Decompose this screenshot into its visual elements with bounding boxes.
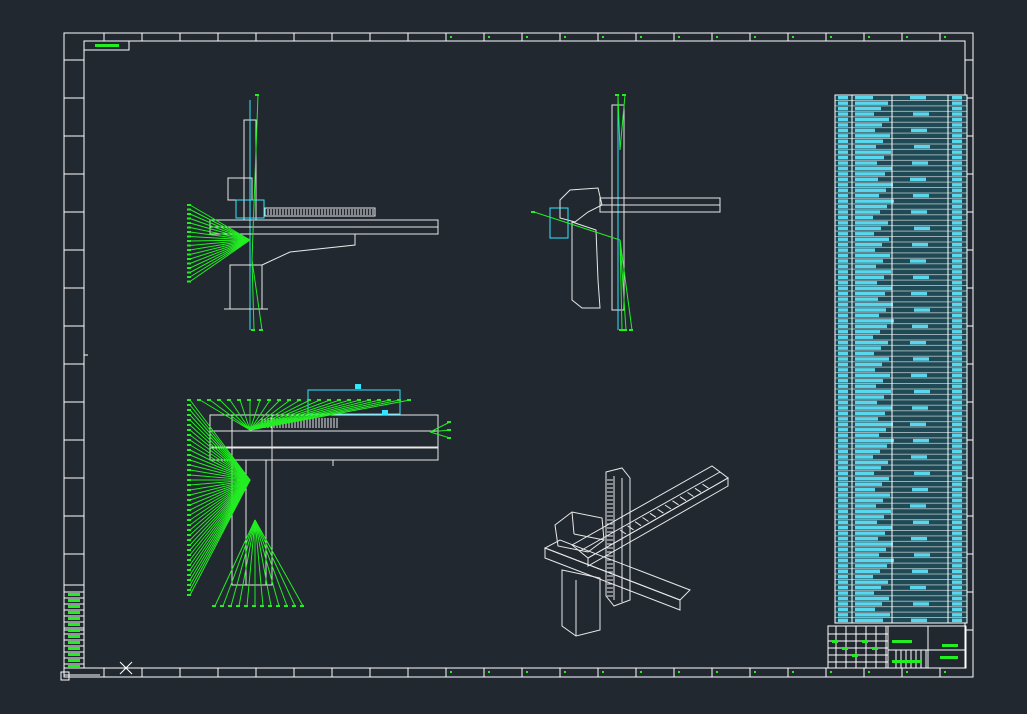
front-view[interactable] xyxy=(187,94,439,331)
sheet-label-mark xyxy=(95,44,119,47)
side-view[interactable] xyxy=(531,94,721,331)
revision-block xyxy=(63,584,85,669)
isometric-view[interactable] xyxy=(543,465,729,637)
title-block[interactable] xyxy=(827,625,967,669)
parts-list-table[interactable] xyxy=(834,94,968,624)
top-view[interactable] xyxy=(187,384,451,607)
cad-model-space[interactable] xyxy=(0,0,1027,714)
drawing-canvas[interactable] xyxy=(0,0,1027,714)
